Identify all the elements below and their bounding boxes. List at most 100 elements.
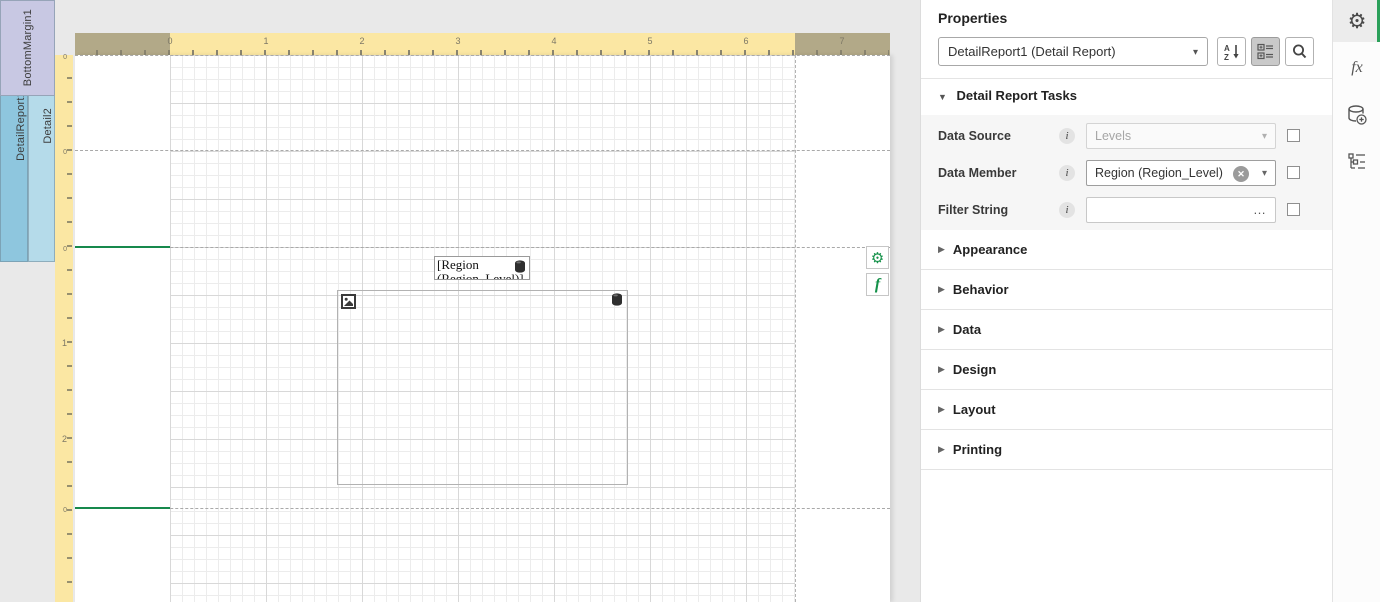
page-top-edge bbox=[75, 55, 890, 56]
section-label: Appearance bbox=[953, 242, 1027, 257]
filter-string-checkbox[interactable] bbox=[1287, 203, 1300, 216]
svg-text:A: A bbox=[1224, 44, 1230, 53]
section-label: Printing bbox=[953, 442, 1002, 457]
triangle-collapsed-icon: ▶ bbox=[938, 364, 945, 375]
svg-text:Z: Z bbox=[1224, 53, 1229, 61]
sort-az-icon: A Z bbox=[1223, 43, 1241, 61]
right-margin-line bbox=[795, 55, 796, 602]
smart-tag-database-icon[interactable] bbox=[611, 293, 623, 306]
band-edge-green bbox=[75, 507, 170, 509]
band-separator-topmargin-detail[interactable] bbox=[75, 150, 890, 151]
hruler-number: 7 bbox=[839, 36, 844, 46]
sidebar-item-report-explorer[interactable] bbox=[1333, 141, 1380, 183]
data-member-dropdown[interactable]: Region (Region_Level) ✕ ▾ bbox=[1086, 160, 1276, 186]
category-view-button[interactable] bbox=[1251, 37, 1280, 66]
hruler-number: 5 bbox=[647, 36, 652, 46]
search-button[interactable] bbox=[1285, 37, 1314, 66]
band-scripts-button[interactable]: f bbox=[866, 273, 889, 296]
band-tasks-gear-button[interactable]: ⚙ bbox=[866, 246, 889, 269]
band-label: Detail2 bbox=[42, 108, 54, 144]
vertical-ruler: 0 0 0 1 2 0 bbox=[55, 55, 73, 602]
info-icon[interactable]: i bbox=[1059, 165, 1075, 181]
section-design[interactable]: ▶ Design bbox=[921, 350, 1333, 390]
section-label: Behavior bbox=[953, 282, 1009, 297]
vruler-number: 1 bbox=[55, 338, 67, 348]
separator bbox=[921, 78, 1333, 79]
data-source-dropdown[interactable]: Levels ▾ bbox=[1086, 123, 1276, 149]
sidebar-item-field-list[interactable] bbox=[1333, 94, 1380, 136]
section-layout[interactable]: ▶ Layout bbox=[921, 390, 1333, 430]
vruler-number: 0 bbox=[55, 507, 67, 514]
category-view-icon bbox=[1257, 43, 1274, 60]
chevron-down-icon: ▾ bbox=[1262, 131, 1267, 142]
smart-tag-database-icon[interactable] bbox=[514, 260, 526, 273]
database-add-icon bbox=[1346, 104, 1368, 126]
section-behavior[interactable]: ▶ Behavior bbox=[921, 270, 1333, 310]
data-member-row: Data Member i Region (Region_Level) ✕ ▾ bbox=[921, 160, 1333, 186]
info-icon[interactable]: i bbox=[1059, 128, 1075, 144]
report-page[interactable]: [Region (Region_Level)] bbox=[75, 55, 890, 602]
hruler-number: 6 bbox=[743, 36, 748, 46]
vruler-number: 0 bbox=[55, 54, 67, 61]
data-source-label: Data Source bbox=[938, 123, 1011, 149]
control-selector-dropdown[interactable]: DetailReport1 (Detail Report) ▾ bbox=[938, 37, 1208, 66]
gear-icon: ⚙ bbox=[871, 249, 884, 267]
hruler-number: 1 bbox=[263, 36, 268, 46]
clear-icon[interactable]: ✕ bbox=[1233, 166, 1249, 182]
properties-panel: Properties DetailReport1 (Detail Report)… bbox=[920, 0, 1332, 602]
band-label: DetailReport1 bbox=[15, 91, 27, 161]
picture-box-control[interactable] bbox=[337, 290, 628, 485]
hruler-number: 2 bbox=[359, 36, 364, 46]
gear-icon: ⚙ bbox=[1348, 9, 1367, 34]
band-label: BottomMargin1 bbox=[22, 9, 34, 86]
section-data[interactable]: ▶ Data bbox=[921, 310, 1333, 350]
horizontal-ruler: 0 1 2 3 4 5 6 7 bbox=[75, 33, 890, 55]
panel-title: Properties bbox=[938, 10, 1007, 26]
script-f-icon: f bbox=[875, 276, 880, 294]
fx-icon: fx bbox=[1351, 59, 1363, 77]
data-source-row: Data Source i Levels ▾ bbox=[921, 123, 1333, 149]
tree-icon bbox=[1347, 152, 1367, 172]
sidebar-item-properties[interactable]: ⚙ bbox=[1333, 0, 1380, 42]
section-label: Design bbox=[953, 362, 996, 377]
data-source-checkbox[interactable] bbox=[1287, 129, 1300, 142]
tasks-header-label: Detail Report Tasks bbox=[957, 88, 1077, 103]
data-member-value: Region (Region_Level) bbox=[1095, 166, 1223, 180]
report-designer-app: 0 1 2 3 4 5 6 7 0 0 0 1 2 0 TopMargin1 D… bbox=[0, 0, 1380, 602]
vruler-number: 0 bbox=[55, 149, 67, 156]
info-icon[interactable]: i bbox=[1059, 202, 1075, 218]
region-label-control[interactable]: [Region (Region_Level)] bbox=[434, 256, 530, 280]
tasks-section-header[interactable]: ▼ Detail Report Tasks bbox=[938, 88, 1077, 103]
band-separator-detail1-detailreport[interactable] bbox=[75, 247, 890, 248]
ellipsis-button[interactable]: … bbox=[1253, 198, 1267, 222]
data-source-value: Levels bbox=[1095, 129, 1131, 143]
picture-icon bbox=[341, 294, 356, 309]
filter-string-label: Filter String bbox=[938, 197, 1008, 223]
label-control-text: [Region (Region_Level)] bbox=[437, 257, 524, 280]
filter-string-row: Filter String i … bbox=[921, 197, 1333, 223]
section-appearance[interactable]: ▶ Appearance bbox=[921, 230, 1333, 270]
section-printing[interactable]: ▶ Printing bbox=[921, 430, 1333, 470]
hruler-number: 3 bbox=[455, 36, 460, 46]
section-label: Data bbox=[953, 322, 981, 337]
search-icon bbox=[1291, 43, 1308, 60]
band-separator-detail2-bottommargin[interactable] bbox=[75, 508, 890, 509]
design-surface[interactable]: 0 1 2 3 4 5 6 7 0 0 0 1 2 0 TopMargin1 D… bbox=[0, 0, 920, 602]
chevron-down-icon: ▾ bbox=[1193, 47, 1198, 58]
vruler-number: 0 bbox=[55, 246, 67, 253]
selector-value: DetailReport1 (Detail Report) bbox=[948, 44, 1116, 59]
tasks-block: Data Source i Levels ▾ Data Member i Reg… bbox=[921, 115, 1333, 230]
filter-string-input[interactable]: … bbox=[1086, 197, 1276, 223]
section-label: Layout bbox=[953, 402, 996, 417]
sort-az-button[interactable]: A Z bbox=[1217, 37, 1246, 66]
data-member-checkbox[interactable] bbox=[1287, 166, 1300, 179]
data-member-label: Data Member bbox=[938, 160, 1017, 186]
hruler-number: 4 bbox=[551, 36, 556, 46]
right-icon-bar: ⚙ fx bbox=[1332, 0, 1380, 602]
band-edge-green bbox=[75, 246, 170, 248]
band-bottom-margin[interactable]: BottomMargin1 bbox=[0, 0, 55, 96]
hruler-number: 0 bbox=[167, 36, 172, 46]
triangle-collapsed-icon: ▶ bbox=[938, 244, 945, 255]
sidebar-item-expressions[interactable]: fx bbox=[1333, 47, 1380, 89]
triangle-collapsed-icon: ▶ bbox=[938, 324, 945, 335]
